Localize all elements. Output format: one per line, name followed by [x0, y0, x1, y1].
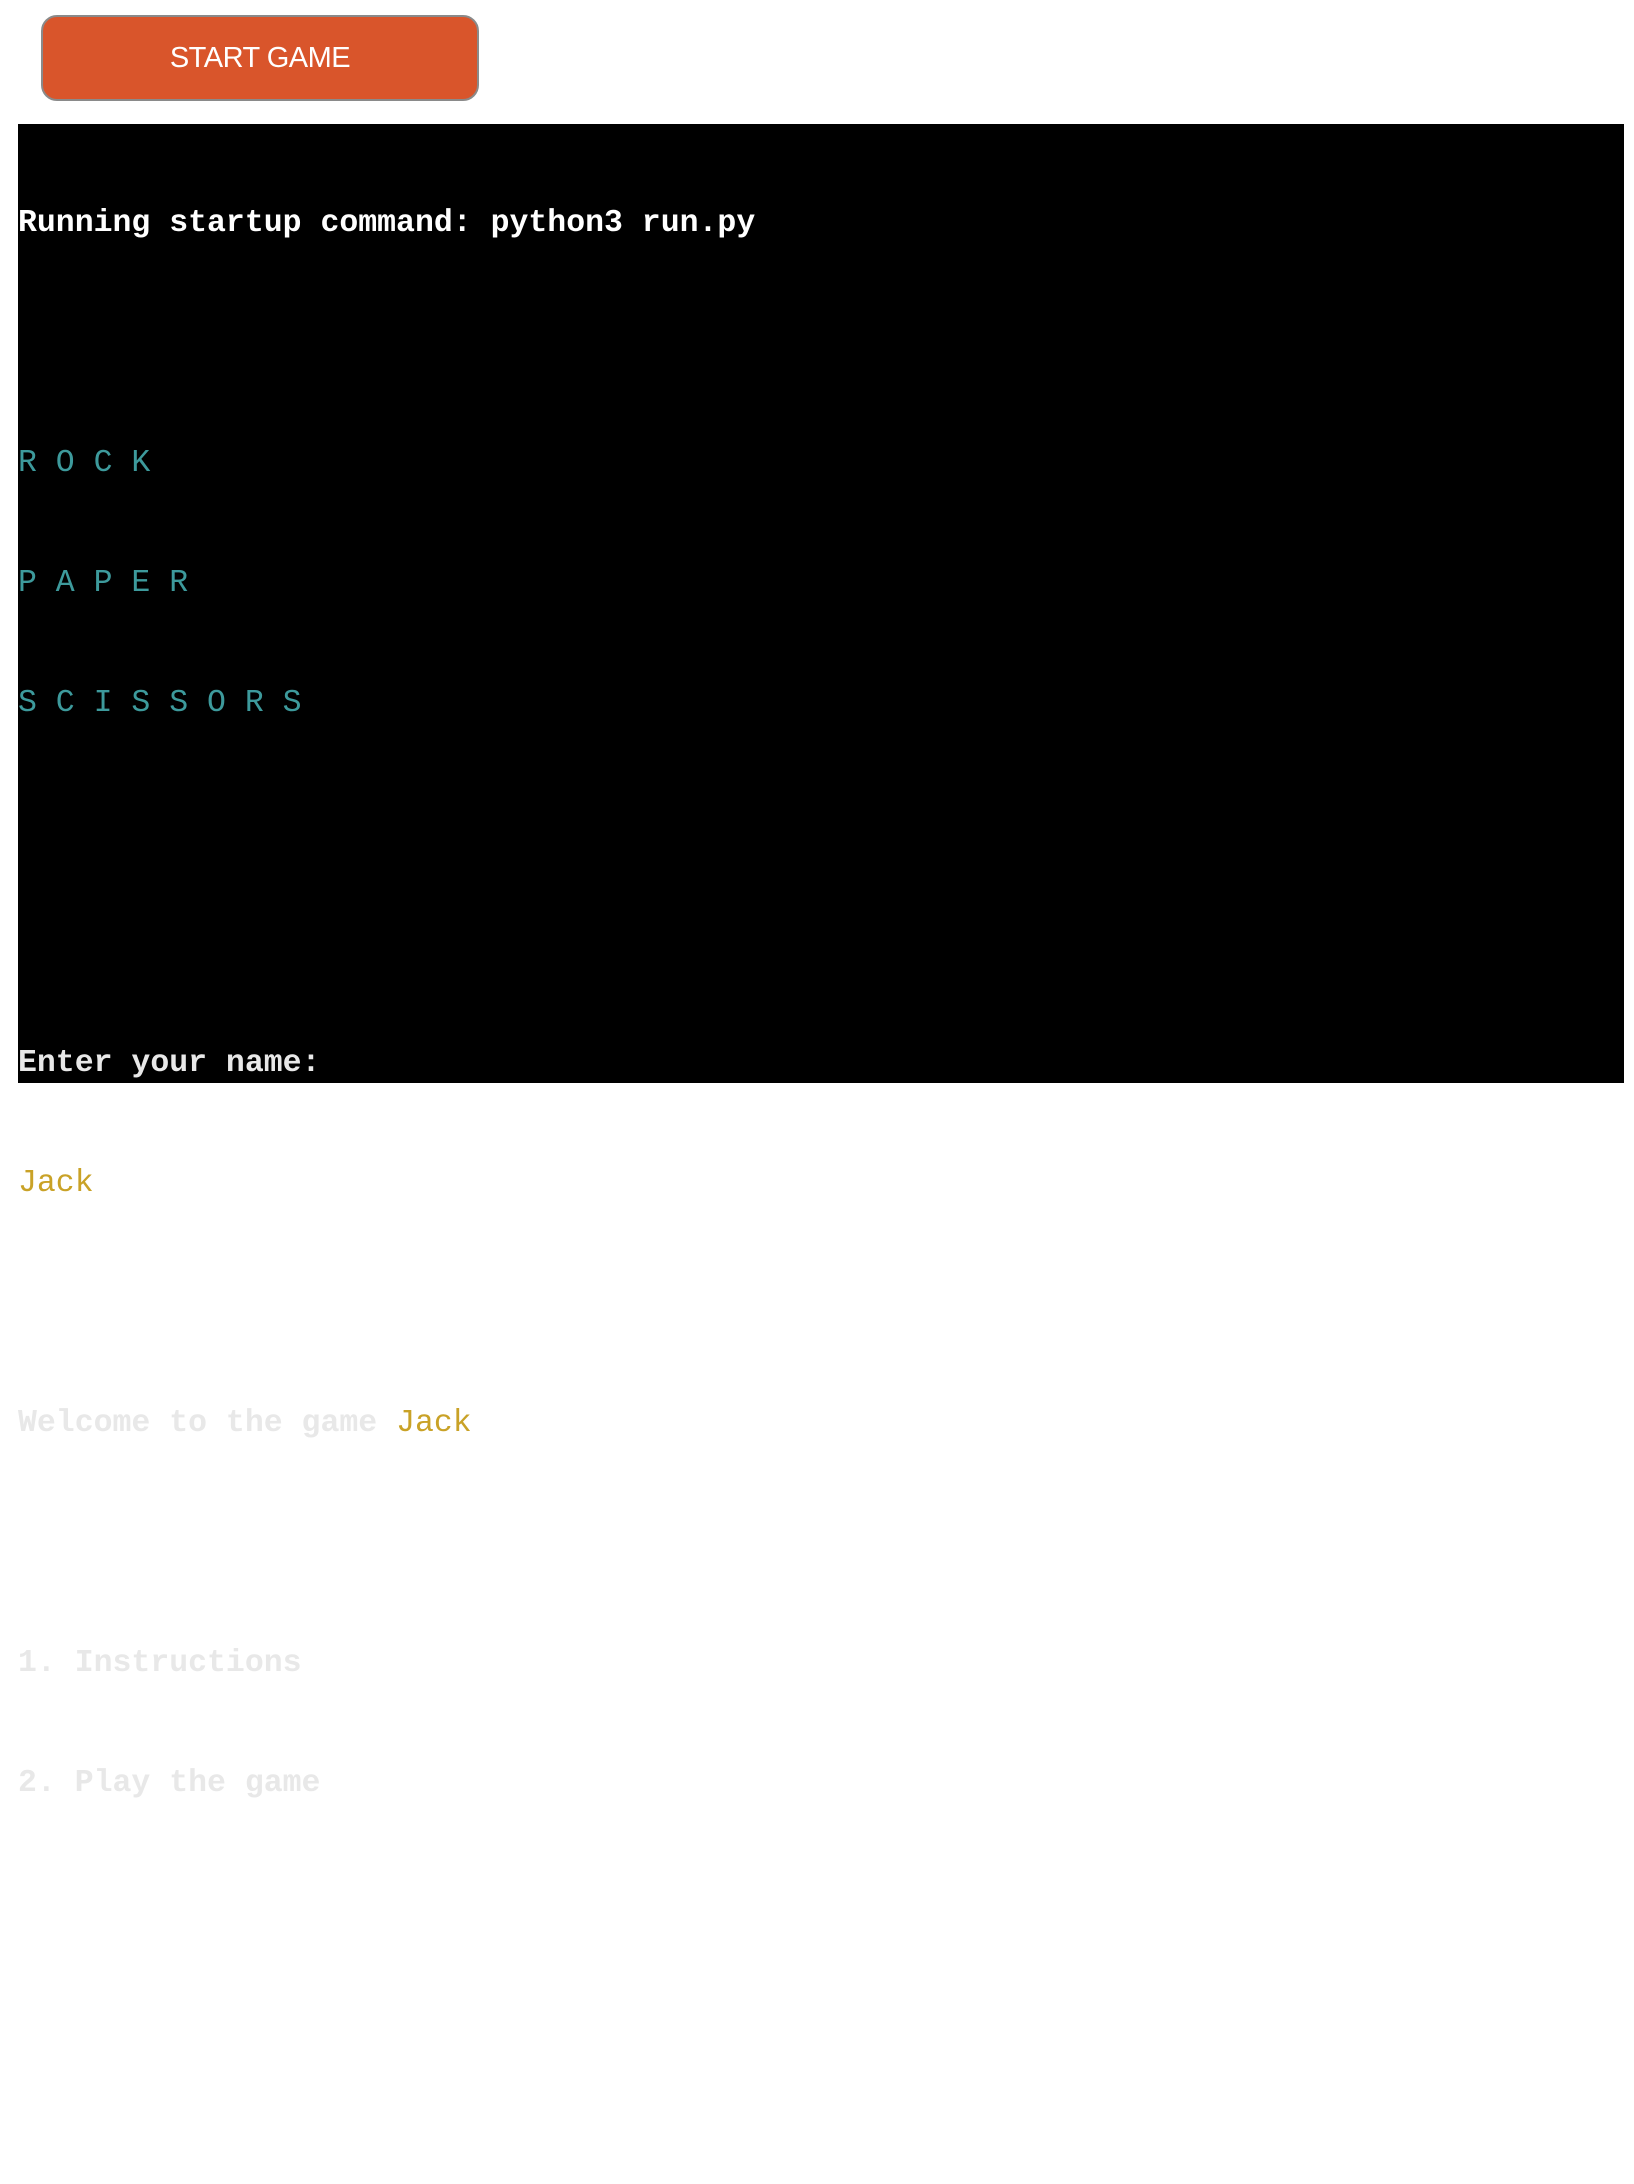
choice-prompt: Enter '1' to read the instructions. Ente…: [18, 2006, 1228, 2041]
title-rock: R O C K: [18, 446, 151, 481]
startup-line: Running startup command: python3 run.py: [18, 206, 756, 241]
terminal[interactable]: Running startup command: python3 run.py …: [18, 124, 1624, 2163]
terminal-cursor[interactable]: [18, 2125, 37, 2163]
title-scissors: S C I S S O R S: [18, 686, 302, 721]
welcome-line: Welcome to the game Jack: [18, 1404, 1624, 1444]
menu-item-instructions: 1. Instructions: [18, 1646, 302, 1681]
welcome-name: Jack: [396, 1406, 472, 1441]
name-prompt: Enter your name:: [18, 1046, 321, 1081]
welcome-text: Welcome to the game: [18, 1406, 397, 1441]
menu-item-play: 2. Play the game: [18, 1766, 321, 1801]
start-game-button[interactable]: START GAME: [41, 15, 479, 101]
name-input-value: Jack: [18, 1166, 94, 1201]
title-paper: P A P E R: [18, 566, 189, 601]
